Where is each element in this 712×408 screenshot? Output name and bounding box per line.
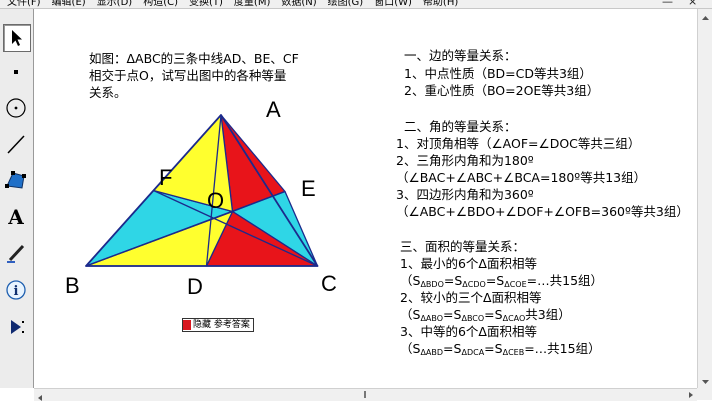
vertex-label-b: B — [65, 273, 80, 298]
area-relations-title: 三、面积的等量关系： — [400, 239, 526, 254]
menu-file[interactable]: 文件(F) — [7, 0, 41, 8]
toolbox: A i — [0, 9, 34, 388]
menu-transform[interactable]: 变换(T) — [189, 0, 223, 8]
menu-construct[interactable]: 构造(C) — [143, 0, 178, 8]
horizontal-scrollbar[interactable] — [34, 388, 697, 401]
point-label-e: E — [301, 176, 316, 201]
menu-help[interactable]: 帮助(H) — [423, 0, 458, 8]
side-relation-1: 1、中点性质（BD=CD等共3组） — [404, 66, 592, 81]
scroll-right-icon[interactable] — [685, 389, 697, 401]
point-label-f: F — [159, 165, 173, 190]
scroll-down-icon[interactable] — [698, 376, 712, 388]
sketch-canvas[interactable]: 如图：ΔABC的三条中线AD、BE、CF 相交于点O，试写出图中的各种等量 关系… — [34, 9, 697, 388]
close-icon[interactable]: × — [688, 0, 697, 8]
point-label-d: D — [187, 274, 203, 299]
side-relations-title: 一、边的等量关系： — [404, 48, 517, 63]
angle-relation-2-detail: （∠BAC+∠ABC+∠BCA=180º等共13组） — [396, 170, 647, 185]
scroll-up-icon[interactable] — [698, 12, 712, 24]
straightedge-icon[interactable] — [3, 131, 29, 157]
angle-relation-3-detail: （∠ABC+∠BDO+∠DOF+∠OFB=360º等共3组） — [396, 204, 689, 219]
menu-number[interactable]: 数据(N) — [281, 0, 316, 8]
side-relation-2: 2、重心性质（BO=2OE等共3组） — [404, 83, 600, 98]
minimize-icon[interactable]: — — [662, 0, 673, 8]
angle-relation-1: 1、对顶角相等（∠AOF=∠DOC等共三组） — [396, 136, 641, 151]
svg-text:i: i — [14, 284, 19, 299]
angle-relation-3: 3、四边形内角和为360º — [396, 187, 534, 202]
area-relation-3-detail: （SΔABD=SΔDCA=SΔCEB=…共15组） — [400, 341, 601, 357]
angle-relations-title: 二、角的等量关系： — [404, 119, 517, 134]
menu-bar: 文件(F) 编辑(E) 显示(D) 构造(C) 变换(T) 度量(M) 数据(N… — [0, 0, 712, 9]
arrow-select-icon[interactable] — [3, 24, 31, 52]
scroll-left-icon[interactable] — [34, 392, 46, 404]
button-swatch — [183, 320, 191, 330]
angle-relation-2: 2、三角形内角和为180º — [396, 153, 534, 168]
point-icon[interactable] — [3, 59, 29, 85]
polygon-icon[interactable] — [3, 167, 29, 193]
scrollbar-corner — [697, 388, 712, 400]
marker-icon[interactable] — [3, 240, 29, 266]
menu-measure[interactable]: 度量(M) — [234, 0, 270, 8]
menu-graph[interactable]: 绘图(G) — [328, 0, 364, 8]
menu-window[interactable]: 窗口(W) — [374, 0, 412, 8]
text-icon[interactable]: A — [3, 204, 29, 230]
area-relation-1: 1、最小的6个Δ面积相等 — [400, 256, 537, 271]
hide-answers-button[interactable]: 隐藏 参考答案 — [182, 318, 254, 332]
custom-tool-icon[interactable] — [3, 314, 29, 340]
area-relation-3: 3、中等的6个Δ面积相等 — [400, 324, 537, 339]
menu-display[interactable]: 显示(D) — [97, 0, 133, 8]
menu-edit[interactable]: 编辑(E) — [52, 0, 86, 8]
compass-icon[interactable] — [3, 95, 29, 121]
vertical-scrollbar[interactable] — [697, 9, 712, 388]
hide-answers-label: 隐藏 参考答案 — [193, 320, 250, 330]
area-relation-2: 2、较小的三个Δ面积相等 — [400, 290, 542, 305]
point-label-o: O — [207, 188, 225, 213]
vertex-label-a: A — [266, 97, 281, 122]
triangle-figure — [85, 114, 319, 267]
vertex-label-c: C — [321, 271, 337, 296]
scroll-thumb-marker[interactable] — [364, 391, 366, 398]
info-icon[interactable]: i — [3, 277, 29, 303]
